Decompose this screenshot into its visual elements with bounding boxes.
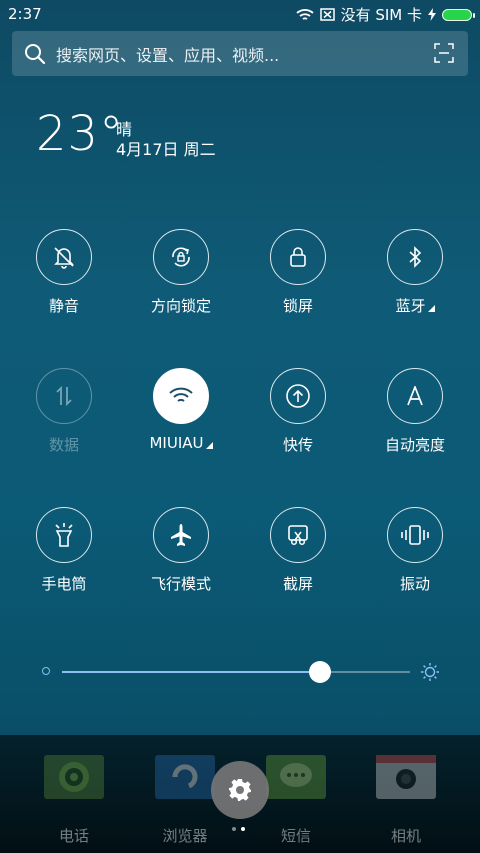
brightness-track[interactable] [62, 661, 410, 683]
dock-app-label: 浏览器 [162, 827, 208, 845]
carrier-text: 没有 SIM 卡 [340, 6, 422, 24]
toggle-label: 截屏 [282, 575, 313, 593]
dock-app-label: 电话 [58, 827, 89, 845]
toggle-flashlight[interactable]: 手电筒 [9, 507, 119, 594]
toggle-label: MIUIAU [149, 434, 204, 452]
gear-icon [229, 779, 251, 801]
status-time: 2:37 [8, 5, 42, 23]
toggle-label: 自动亮度 [384, 436, 445, 454]
screenshot-icon [288, 525, 308, 546]
phone-app-icon [44, 755, 104, 799]
wifi-icon [169, 387, 193, 402]
settings-button[interactable] [211, 761, 269, 819]
status-icons: 没有 SIM 卡 [295, 4, 475, 25]
toggle-screenshot-button[interactable] [270, 507, 326, 563]
toggle-label: 静音 [48, 297, 79, 315]
flashlight-icon [55, 523, 73, 547]
toggle-bluetooth[interactable]: 蓝牙 [360, 229, 470, 316]
brightness-high-icon [421, 663, 439, 681]
toggle-flashlight-button[interactable] [36, 507, 92, 563]
vibrate-icon [401, 525, 429, 545]
toggle-rotation-lock[interactable]: 方向锁定 [126, 229, 236, 316]
toggle-label: 飞行模式 [150, 575, 211, 593]
toggle-airplane-button[interactable] [153, 507, 209, 563]
rotation-lock-icon [172, 247, 190, 267]
messages-app-icon [266, 755, 326, 799]
toggle-label-wrap: 蓝牙 [360, 295, 470, 316]
page-indicator [232, 827, 245, 831]
date-text: 4月17日 周二 [116, 140, 216, 159]
dock-app-messages[interactable]: 短信 [256, 755, 336, 846]
weather-widget[interactable]: 23° 晴 4月17日 周二 [36, 106, 216, 162]
dock-app-phone[interactable]: 电话 [34, 755, 114, 846]
toggle-label: 振动 [399, 575, 430, 593]
toggle-lock-screen[interactable]: 锁屏 [243, 229, 353, 316]
lock-icon [290, 247, 306, 267]
toggle-label: 蓝牙 [395, 297, 426, 315]
upload-icon [286, 384, 310, 408]
page-dot-active [241, 827, 245, 831]
no-sim-icon [319, 8, 335, 21]
status-bar: 2:37 没有 SIM 卡 [0, 0, 480, 28]
toggle-mobile-data[interactable]: 数据 [9, 368, 119, 455]
wifi-status-icon [295, 8, 314, 20]
toggle-silent-button[interactable] [36, 229, 92, 285]
toggle-screenshot[interactable]: 截屏 [243, 507, 353, 594]
toggle-vibrate[interactable]: 振动 [360, 507, 470, 594]
brightness-fill [62, 671, 320, 673]
toggle-wifi[interactable]: MIUIAU [126, 368, 236, 452]
temperature: 23° [36, 106, 125, 162]
toggle-label: 快传 [282, 436, 313, 454]
battery-icon [442, 8, 475, 21]
toggle-label: 锁屏 [282, 297, 313, 315]
toggle-rotation-button[interactable] [153, 229, 209, 285]
toggle-data-button[interactable] [36, 368, 92, 424]
toggle-label-wrap: MIUIAU [126, 434, 236, 452]
toggle-wifi-button[interactable] [153, 368, 209, 424]
bell-off-icon [54, 247, 74, 269]
bluetooth-icon [409, 246, 422, 268]
expand-triangle-icon[interactable] [205, 442, 213, 449]
camera-app-icon [376, 755, 436, 799]
dock-app-label: 相机 [390, 827, 421, 845]
brightness-low-icon [42, 667, 50, 675]
browser-app-icon [155, 755, 215, 799]
toggle-lock-button[interactable] [270, 229, 326, 285]
toggle-label: 手电筒 [41, 575, 87, 593]
search-icon [25, 43, 46, 64]
dock-app-label: 短信 [280, 827, 311, 845]
toggle-label: 方向锁定 [150, 297, 211, 315]
auto-brightness-icon [407, 386, 423, 406]
toggle-quick-transfer[interactable]: 快传 [243, 368, 353, 455]
toggle-airplane[interactable]: 飞行模式 [126, 507, 236, 594]
toggle-vibrate-button[interactable] [387, 507, 443, 563]
search-placeholder: 搜索网页、设置、应用、视频... [56, 45, 280, 65]
charging-icon [428, 8, 436, 21]
toggle-transfer-button[interactable] [270, 368, 326, 424]
expand-triangle-icon[interactable] [427, 305, 435, 312]
toggle-label: 数据 [48, 436, 79, 454]
brightness-slider[interactable] [40, 660, 440, 684]
scan-icon[interactable] [434, 43, 454, 63]
toggle-silent[interactable]: 静音 [9, 229, 119, 316]
data-arrows-icon [56, 385, 72, 407]
dock-app-camera[interactable]: 相机 [366, 755, 446, 846]
airplane-icon [171, 524, 191, 546]
search-bar[interactable]: 搜索网页、设置、应用、视频... [12, 31, 468, 76]
page-dot [232, 827, 236, 831]
brightness-knob[interactable] [308, 661, 331, 683]
toggle-brightness-button[interactable] [387, 368, 443, 424]
toggle-auto-brightness[interactable]: 自动亮度 [360, 368, 470, 455]
toggle-bluetooth-button[interactable] [387, 229, 443, 285]
